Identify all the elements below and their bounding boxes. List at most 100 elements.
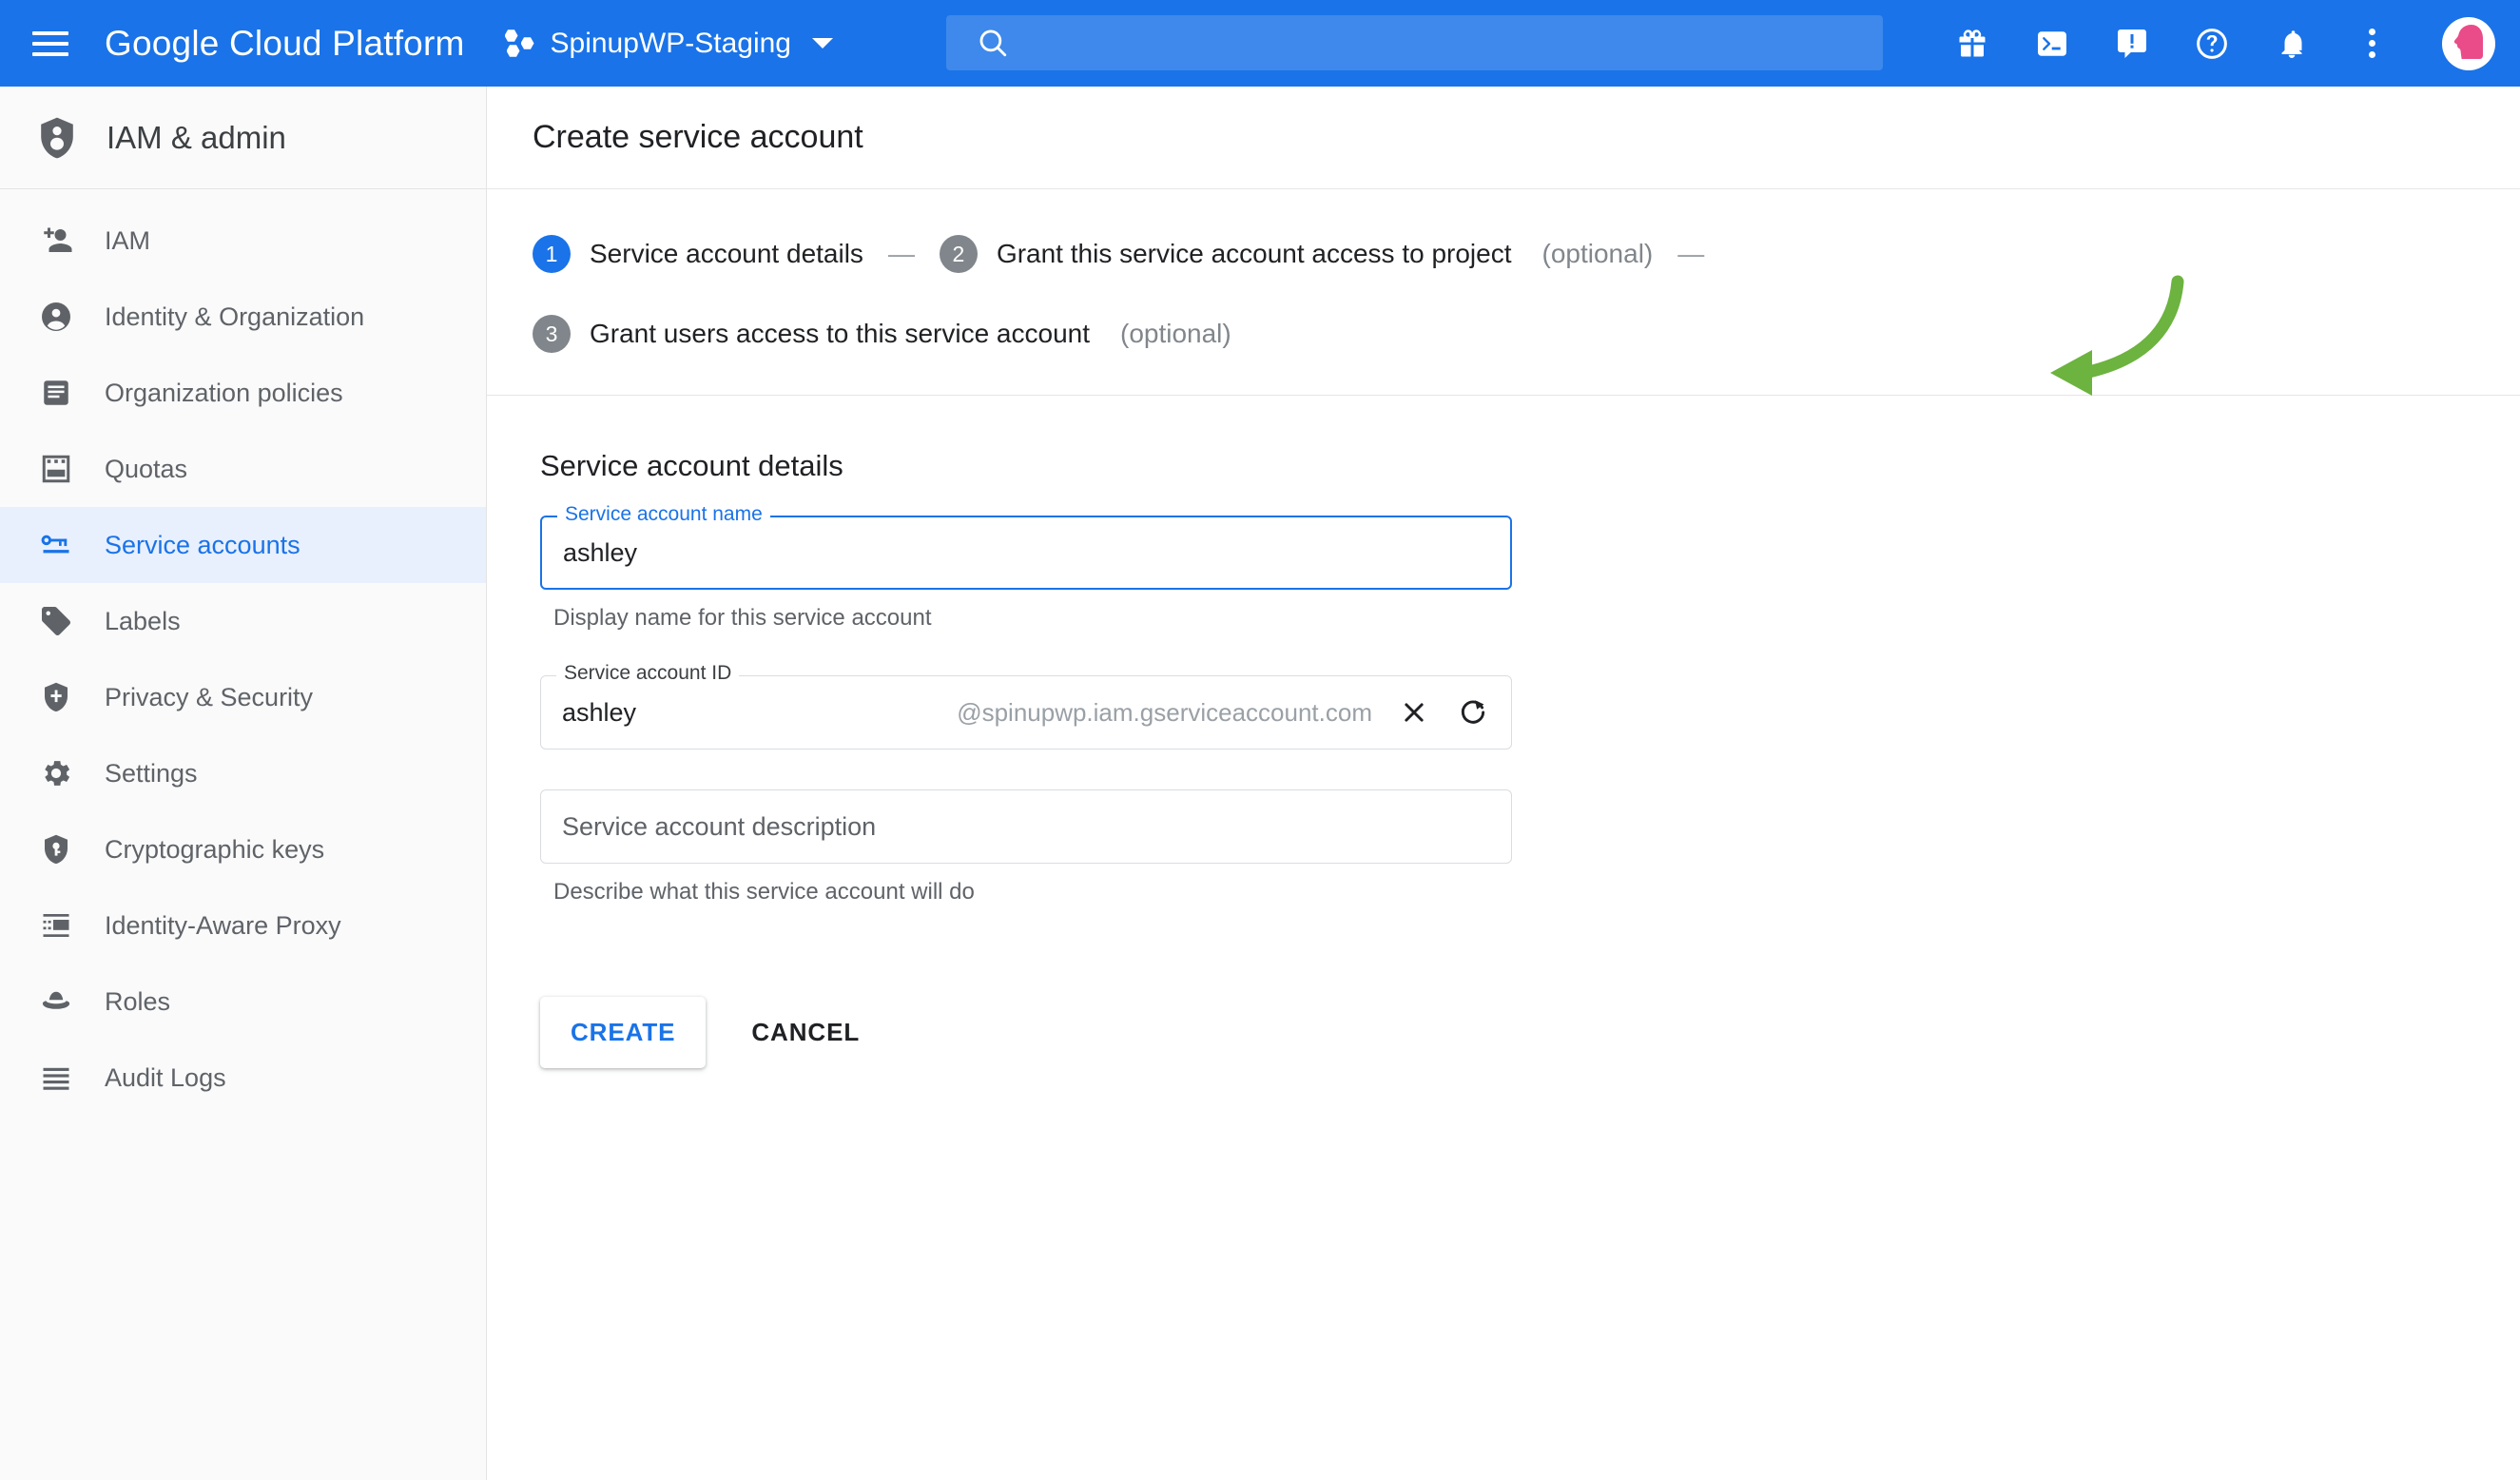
proxy-icon: [38, 907, 74, 944]
search-input[interactable]: [1028, 28, 1799, 58]
top-bar-actions: [1953, 16, 2495, 70]
audit-logs-icon: [38, 1060, 74, 1096]
project-selector[interactable]: SpinupWP-Staging: [504, 27, 833, 60]
service-account-name-input[interactable]: [563, 537, 1489, 568]
clear-close-icon[interactable]: [1397, 695, 1431, 730]
gear-icon: [38, 755, 74, 791]
sidebar-item-label: Identity-Aware Proxy: [105, 910, 341, 940]
service-account-id-input-box[interactable]: Service account ID @spinupwp.iam.gservic…: [540, 662, 1512, 750]
sidebar-item-label: Privacy & Security: [105, 682, 314, 711]
sidebar: IAM & admin IAM Identity & Organization: [0, 87, 487, 1480]
create-button[interactable]: CREATE: [540, 997, 707, 1068]
service-account-id-label: Service account ID: [556, 662, 740, 685]
step-label: Service account details: [590, 239, 863, 268]
step-number: 2: [939, 235, 978, 273]
step-1-service-account-details[interactable]: 1 Service account details: [533, 235, 863, 273]
service-account-id-domain-suffix: @spinupwp.iam.gserviceaccount.com: [957, 697, 1372, 727]
service-account-name-helper: Display name for this service account: [553, 605, 932, 631]
sidebar-item-quotas[interactable]: Quotas: [0, 431, 486, 507]
step-2-grant-project-access[interactable]: 2 Grant this service account access to p…: [939, 235, 1654, 273]
notifications-bell-icon[interactable]: [2273, 25, 2311, 63]
create-wizard-stepper: 1 Service account details — 2 Grant this…: [487, 189, 2520, 396]
service-account-id-input[interactable]: [562, 697, 828, 728]
step-number: 1: [533, 235, 571, 273]
service-account-description-field: [540, 789, 1512, 864]
iam-shield-icon: [41, 117, 73, 158]
gift-icon[interactable]: [1953, 25, 1991, 63]
sidebar-item-label: Identity & Organization: [105, 302, 365, 331]
search-icon: [979, 29, 1007, 57]
sidebar-item-organization-policies[interactable]: Organization policies: [0, 355, 486, 431]
person-add-icon: [38, 223, 74, 259]
sidebar-item-privacy-security[interactable]: Privacy & Security: [0, 659, 486, 735]
service-account-description-input-box[interactable]: [540, 789, 1512, 864]
sidebar-item-label: Quotas: [105, 454, 188, 483]
top-app-bar: Google Cloud Platform SpinupWP-Staging: [0, 0, 2520, 87]
project-name-label: SpinupWP-Staging: [550, 27, 791, 59]
hamburger-menu-icon[interactable]: [32, 22, 76, 66]
refresh-icon[interactable]: [1456, 695, 1490, 730]
sidebar-item-label: Roles: [105, 986, 171, 1016]
sidebar-item-iam[interactable]: IAM: [0, 203, 486, 279]
sidebar-item-audit-logs[interactable]: Audit Logs: [0, 1040, 486, 1116]
step-divider-dash: —: [1677, 239, 1705, 268]
sidebar-title: IAM & admin: [107, 119, 286, 155]
service-account-id-field: Service account ID @spinupwp.iam.gservic…: [540, 662, 1512, 750]
cancel-button[interactable]: CANCEL: [723, 997, 888, 1068]
brand-title: Google Cloud Platform: [105, 23, 465, 63]
step-3-grant-users-access[interactable]: 3 Grant users access to this service acc…: [533, 315, 1231, 353]
sidebar-header: IAM & admin: [0, 87, 486, 189]
more-options-icon[interactable]: [2353, 29, 2391, 58]
page-title-bar: Create service account: [487, 87, 2520, 189]
service-account-description-helper: Describe what this service account will …: [553, 879, 975, 905]
step-optional-tag: (optional): [1120, 319, 1231, 348]
search-box[interactable]: [946, 15, 1883, 70]
app-shell: IAM & admin IAM Identity & Organization: [0, 87, 2520, 1480]
sidebar-item-service-accounts[interactable]: Service accounts: [0, 507, 486, 583]
service-account-name-label: Service account name: [557, 503, 770, 526]
sidebar-item-cryptographic-keys[interactable]: Cryptographic keys: [0, 811, 486, 887]
sidebar-item-label: Service accounts: [105, 530, 300, 559]
step-number: 3: [533, 315, 571, 353]
sidebar-item-identity-organization[interactable]: Identity & Organization: [0, 279, 486, 355]
sidebar-item-label: Settings: [105, 758, 198, 788]
key-badge-icon: [38, 527, 74, 563]
label-tag-icon: [38, 603, 74, 639]
sidebar-item-identity-aware-proxy[interactable]: Identity-Aware Proxy: [0, 887, 486, 964]
service-account-name-input-box[interactable]: Service account name: [540, 503, 1512, 590]
roles-hat-icon: [38, 983, 74, 1020]
step-divider-dash: —: [887, 239, 915, 268]
stepper-row-top: 1 Service account details — 2 Grant this…: [533, 235, 2520, 273]
project-hexagons-icon: [504, 28, 537, 60]
service-account-id-actions: [1397, 695, 1490, 730]
form-content: Service account details Service account …: [487, 275, 2520, 1068]
sidebar-item-label: Labels: [105, 606, 181, 635]
cloud-shell-icon[interactable]: [2033, 25, 2071, 63]
feedback-icon[interactable]: [2113, 25, 2151, 63]
step-label: Grant this service account access to pro…: [996, 239, 1512, 268]
form-actions: CREATE CANCEL: [540, 997, 2520, 1068]
help-icon[interactable]: [2193, 25, 2231, 63]
service-account-name-field: Service account name: [540, 503, 1512, 590]
sidebar-nav: IAM Identity & Organization Organization…: [0, 189, 486, 1116]
account-circle-icon: [38, 299, 74, 335]
policy-document-icon: [38, 375, 74, 411]
sidebar-item-roles[interactable]: Roles: [0, 964, 486, 1040]
shield-security-icon: [38, 679, 74, 715]
section-title: Service account details: [540, 449, 843, 482]
sidebar-item-settings[interactable]: Settings: [0, 735, 486, 811]
step-optional-tag: (optional): [1541, 239, 1654, 268]
sidebar-item-label: IAM: [105, 225, 151, 255]
main-content: Create service account 1 Service account…: [487, 87, 2520, 1480]
sidebar-item-label: Organization policies: [105, 378, 343, 407]
sidebar-item-label: Cryptographic keys: [105, 834, 325, 864]
service-account-description-input[interactable]: [562, 811, 1490, 842]
page-title: Create service account: [533, 119, 863, 155]
quotas-icon: [38, 451, 74, 487]
sidebar-item-label: Audit Logs: [105, 1062, 226, 1092]
stepper-row-bottom: 3 Grant users access to this service acc…: [533, 315, 2520, 353]
sidebar-item-labels[interactable]: Labels: [0, 583, 486, 659]
user-avatar[interactable]: [2442, 16, 2495, 70]
shield-key-icon: [38, 831, 74, 867]
chevron-down-icon: [811, 38, 833, 49]
